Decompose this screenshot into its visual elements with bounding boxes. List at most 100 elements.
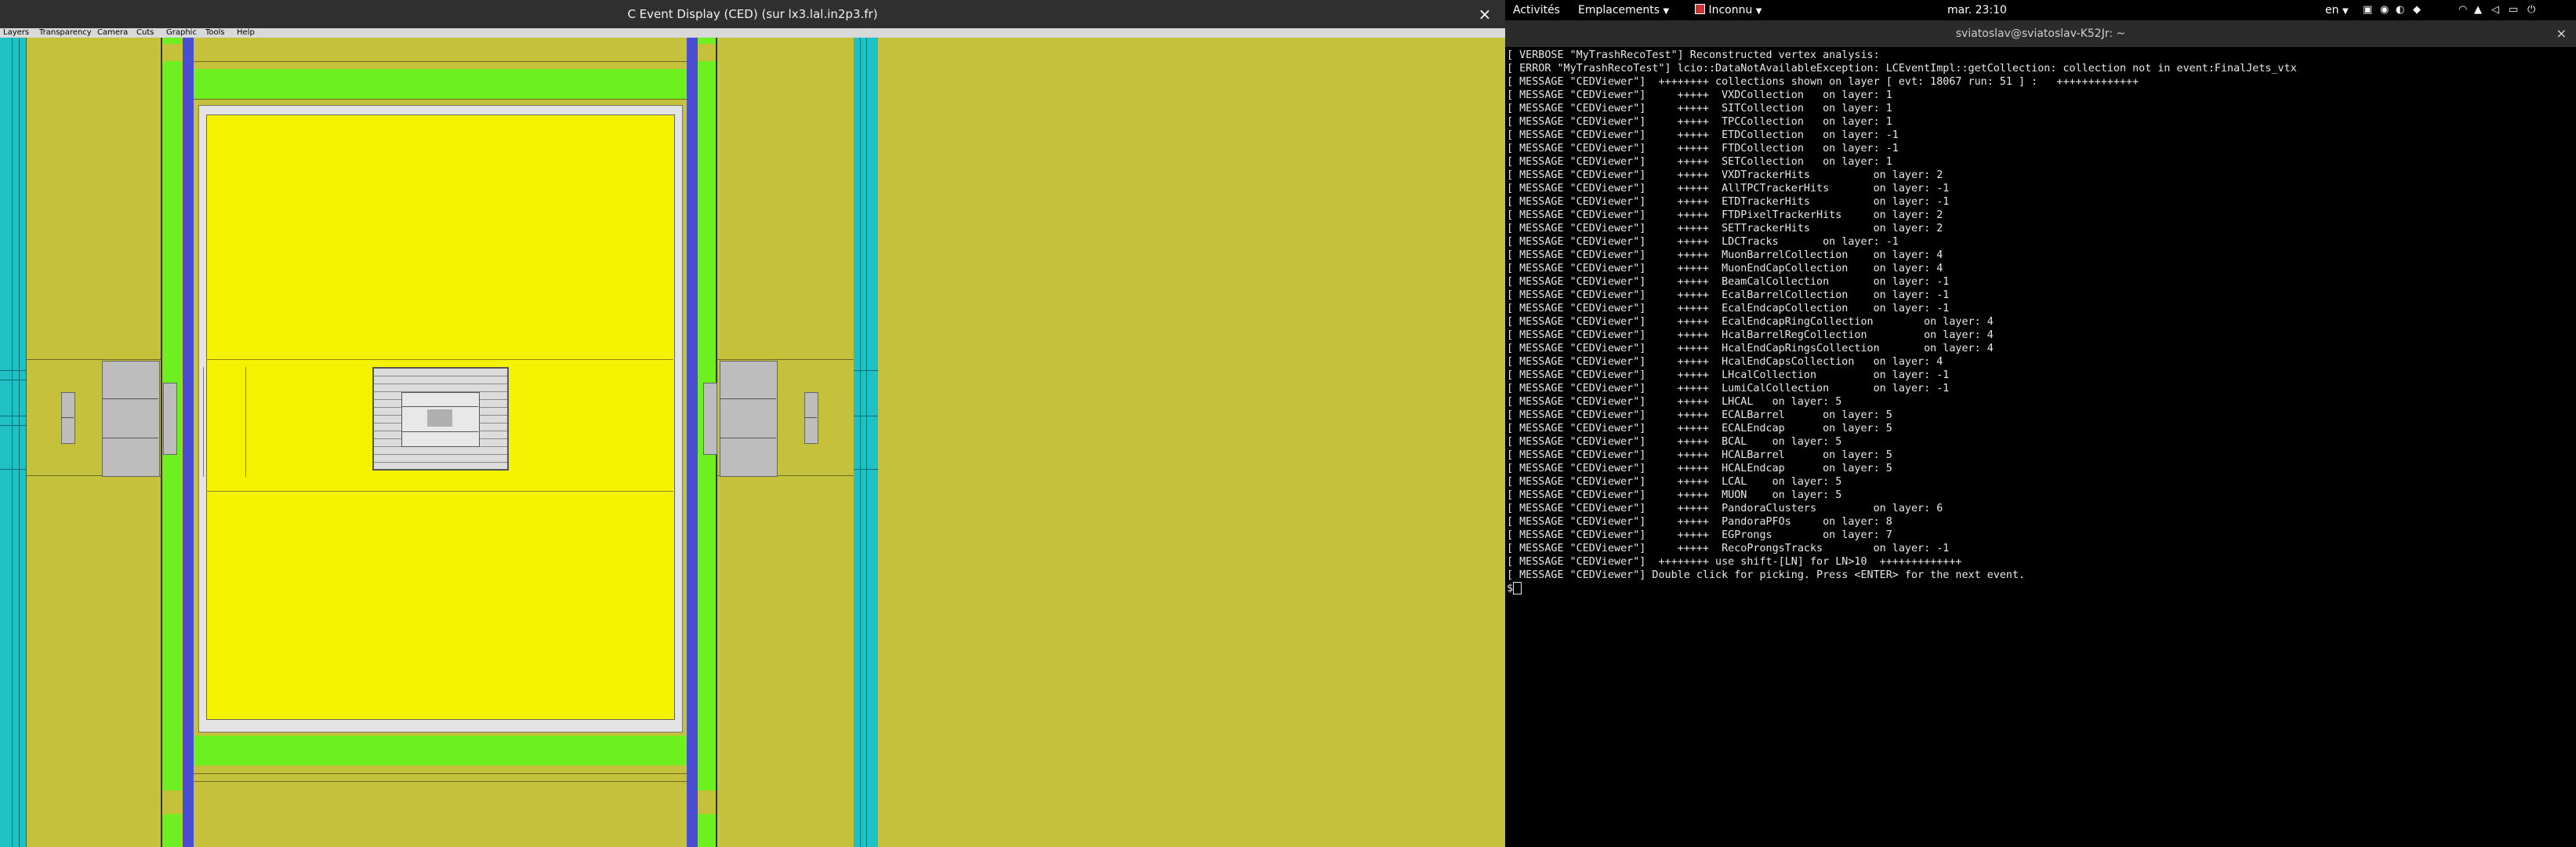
detector-view-canvas[interactable] (0, 38, 1505, 847)
grid-line (203, 367, 204, 477)
grid-line (717, 359, 854, 360)
gnome-top-bar: Activités Emplacements ▼ Inconnu ▼ mar. … (1505, 0, 2576, 20)
menu-graphic[interactable]: Graphic (166, 28, 197, 38)
terminal-line: [ MESSAGE "CEDViewer"] +++++ VXDCollecti… (1507, 89, 1892, 101)
grid-line (0, 425, 27, 426)
ced-titlebar: C Event Display (CED) (sur lx3.lal.in2p3… (0, 0, 1505, 28)
left-lumical (61, 392, 75, 444)
terminal-line: [ MESSAGE "CEDViewer"] +++++ LHCAL on la… (1507, 396, 1842, 408)
menu-layers[interactable]: Layers (3, 28, 29, 38)
terminal-line: [ MESSAGE "CEDViewer"] +++++ HcalEndCaps… (1507, 356, 1943, 368)
terminal-line: [ MESSAGE "CEDViewer"] +++++ VXDTrackerH… (1507, 169, 1943, 181)
beam-pipe (427, 409, 452, 427)
terminal-line: [ MESSAGE "CEDViewer"] +++++ EGProngs on… (1507, 529, 1892, 541)
band-gap (162, 44, 181, 61)
grid-line (401, 431, 478, 432)
grid-line (19, 38, 20, 847)
terminal-line: [ MESSAGE "CEDViewer"] +++++ HCALEndcap … (1507, 463, 1892, 474)
terminal-line: [ MESSAGE "CEDViewer"] +++++ MuonBarrelC… (1507, 249, 1943, 261)
grid-line (61, 417, 74, 418)
terminal-line: [ MESSAGE "CEDViewer"] +++++ LCAL on lay… (1507, 476, 1842, 488)
chevron-down-icon: ▼ (1755, 7, 1762, 16)
terminal-line: [ MESSAGE "CEDViewer"] ++++++++ use shif… (1507, 556, 1962, 568)
places-menu[interactable]: Emplacements ▼ (1578, 0, 1669, 20)
wifi-icon[interactable]: ◠ (2458, 0, 2467, 20)
right-endcap-block (720, 361, 778, 477)
network-icon[interactable]: ▲ (2474, 0, 2482, 20)
terminal-line: [ MESSAGE "CEDViewer"] +++++ ETDTrackerH… (1507, 196, 1950, 208)
menu-transparency[interactable]: Transparency (39, 28, 92, 38)
terminal-line: [ MESSAGE "CEDViewer"] +++++ AllTPCTrack… (1507, 183, 1950, 194)
app-menu-label: Inconnu (1708, 4, 1753, 16)
terminal-line: [ MESSAGE "CEDViewer"] +++++ SETTrackerH… (1507, 223, 1943, 234)
terminal-prompt: $ (1507, 583, 1514, 594)
battery-icon[interactable]: ▭ (2509, 0, 2518, 20)
grid-line (854, 370, 878, 371)
places-label: Emplacements (1578, 4, 1660, 16)
terminal-line: [ MESSAGE "CEDViewer"] +++++ PandoraPFOs… (1507, 516, 1892, 528)
terminal-prompt-line[interactable]: $ (1507, 582, 2297, 595)
left-beampipe-piece (163, 383, 177, 455)
dropbox-icon[interactable]: ◆ (2413, 0, 2421, 20)
terminal-output[interactable]: [ VERBOSE "MyTrashRecoTest"] Reconstruct… (1505, 47, 2576, 847)
grid-line (0, 469, 27, 470)
grid-line (206, 359, 673, 360)
terminal-line: [ ERROR "MyTrashRecoTest"] lcio::DataNot… (1507, 63, 2297, 75)
menu-tools[interactable]: Tools (205, 28, 225, 38)
muon-endcap-left (0, 38, 27, 847)
grid-line (194, 781, 687, 782)
menu-help[interactable]: Help (237, 28, 255, 38)
terminal-line: [ MESSAGE "CEDViewer"] +++++ ETDCollecti… (1507, 129, 1899, 141)
grid-line (194, 61, 687, 62)
terminal-line: [ MESSAGE "CEDViewer"] +++++ EcalEndcapC… (1507, 303, 1950, 314)
grid-line (12, 38, 13, 847)
terminal-line: [ MESSAGE "CEDViewer"] Double click for … (1507, 569, 2026, 581)
terminal-line: [ MESSAGE "CEDViewer"] +++++ HcalEndCapR… (1507, 343, 1994, 354)
ced-window: C Event Display (CED) (sur lx3.lal.in2p3… (0, 0, 1505, 847)
grid-line (0, 370, 27, 371)
terminal-line: [ MESSAGE "CEDViewer"] +++++ EcalEndcapR… (1507, 316, 1994, 328)
terminal-titlebar: sviatoslav@sviatoslav-K52Jr: ~ × (1505, 20, 2576, 48)
terminal-line: [ MESSAGE "CEDViewer"] +++++ EcalBarrelC… (1507, 289, 1950, 301)
terminal-line: [ MESSAGE "CEDViewer"] +++++ LDCTracks o… (1507, 236, 1899, 248)
terminal-line: [ MESSAGE "CEDViewer"] +++++ LumiCalColl… (1507, 383, 1950, 394)
app-indicator-icon-2[interactable]: ◐ (2396, 0, 2404, 20)
grid-line (245, 367, 246, 477)
terminal-line: [ VERBOSE "MyTrashRecoTest"] Reconstruct… (1507, 49, 1880, 61)
hcal-endcap-bottom (194, 736, 687, 765)
activities-button[interactable]: Activités (1513, 0, 1560, 20)
coil-right (687, 38, 698, 847)
terminal-line: [ MESSAGE "CEDViewer"] +++++ PandoraClus… (1507, 503, 1943, 514)
menu-camera[interactable]: Camera (97, 28, 128, 38)
app-indicator-icon[interactable]: ◉ (2380, 0, 2389, 20)
grid-line (854, 469, 878, 470)
terminal-line: [ MESSAGE "CEDViewer"] +++++ BCAL on lay… (1507, 436, 1842, 448)
accessibility-icon[interactable]: ▣ (2363, 0, 2372, 20)
chevron-down-icon: ▼ (1663, 7, 1670, 16)
text-cursor (1513, 582, 1522, 594)
clock[interactable]: mar. 23:10 (1947, 0, 2007, 20)
right-beampipe-piece (703, 383, 717, 455)
language-label: en (2325, 4, 2339, 16)
terminal-line: [ MESSAGE "CEDViewer"] +++++ BeamCalColl… (1507, 276, 1950, 288)
menu-cuts[interactable]: Cuts (136, 28, 154, 38)
terminal-line: [ MESSAGE "CEDViewer"] +++++ HcalBarrelR… (1507, 329, 1994, 341)
coil-left (183, 38, 194, 847)
terminal-line: [ MESSAGE "CEDViewer"] +++++ ECALEndcap … (1507, 423, 1892, 434)
terminal-title: sviatoslav@sviatoslav-K52Jr: ~ (1955, 27, 2126, 40)
terminal-line: [ MESSAGE "CEDViewer"] +++++ HCALBarrel … (1507, 449, 1892, 461)
terminal-line: [ MESSAGE "CEDViewer"] +++++ TPCCollecti… (1507, 116, 1892, 128)
grid-line (194, 99, 687, 100)
terminal-close-button[interactable]: × (2556, 20, 2567, 47)
grid-line (27, 359, 161, 360)
terminal-line: [ MESSAGE "CEDViewer"] +++++ LHcalCollec… (1507, 369, 1950, 381)
volume-icon[interactable]: ◁ (2491, 0, 2499, 20)
user-menu-icon[interactable]: ⏻ (2527, 0, 2535, 20)
ced-window-title: C Event Display (CED) (sur lx3.lal.in2p3… (627, 7, 878, 21)
right-lumical (804, 392, 818, 444)
grid-line (804, 417, 817, 418)
ced-close-button[interactable]: × (1474, 0, 1496, 28)
app-menu[interactable]: Inconnu ▼ (1695, 0, 1762, 20)
grid-line (26, 38, 27, 847)
language-menu[interactable]: en ▼ (2325, 0, 2349, 20)
